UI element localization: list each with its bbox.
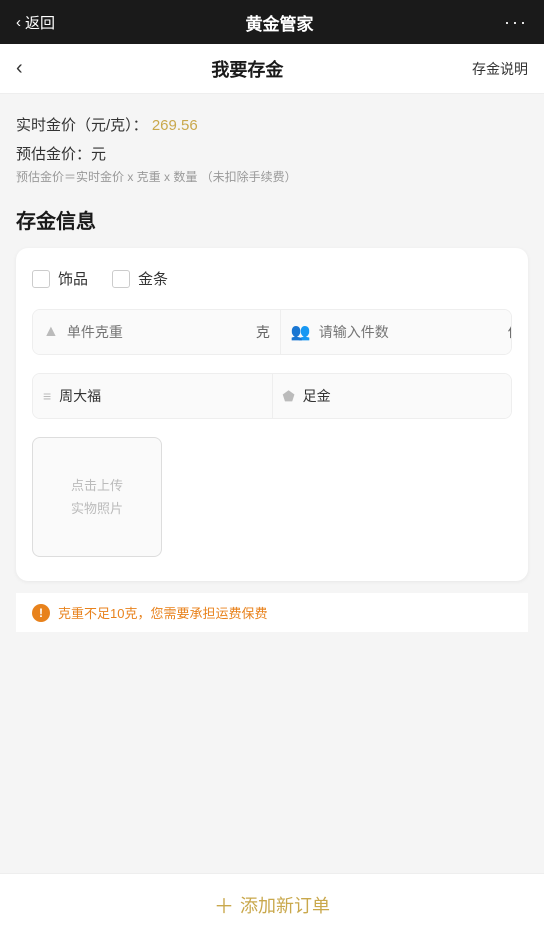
- count-unit: 件: [508, 322, 512, 342]
- count-input[interactable]: [319, 324, 500, 340]
- main-content: 实时金价（元/克）： 269.56 预估金价：元 预估金价＝实时金价 x 克重 …: [0, 94, 544, 632]
- upload-line1: 点击上传: [71, 474, 123, 497]
- jewelry-checkbox-item[interactable]: 饰品: [32, 268, 88, 289]
- estimate-price-note: 预估金价＝实时金价 x 克重 x 数量 （未扣除手续费）: [16, 168, 528, 185]
- top-bar-back-button[interactable]: ‹ 返回: [16, 12, 55, 33]
- photo-upload-area[interactable]: 点击上传 实物照片: [32, 437, 162, 557]
- warning-text: 克重不足10克，您需要承担运费保费: [58, 603, 267, 622]
- estimate-price-label: 预估金价：元: [16, 146, 106, 163]
- add-plus-icon: ＋: [214, 890, 234, 919]
- real-time-price-label: 实时金价（元/克）：: [16, 117, 148, 134]
- deposit-info-card: 饰品 金条 ▲ 克 👥 件 ≡ 周大福: [16, 248, 528, 581]
- count-icon: 👥: [291, 322, 311, 342]
- material-icon: ⬟: [283, 388, 295, 405]
- deposit-info-title: 存金信息: [16, 205, 528, 234]
- top-bar-title: 黄金管家: [246, 10, 314, 35]
- weight-count-input-row: ▲ 克 👥 件: [32, 309, 512, 355]
- weight-input-cell: ▲ 克: [33, 310, 281, 354]
- gold-bar-checkbox-item[interactable]: 金条: [112, 268, 168, 289]
- page-title: 我要存金: [211, 56, 283, 82]
- add-order-label: 添加新订单: [240, 892, 330, 918]
- jewelry-label: 饰品: [58, 268, 88, 289]
- type-checkbox-row: 饰品 金条: [32, 268, 512, 289]
- secondary-header: ‹ 我要存金 存金说明: [0, 44, 544, 94]
- brand-value: 周大福: [59, 386, 101, 406]
- real-time-price-row: 实时金价（元/克）： 269.56: [16, 114, 528, 135]
- bottom-bar: ＋ 添加新订单: [0, 873, 544, 935]
- gold-bar-label: 金条: [138, 268, 168, 289]
- warning-icon: !: [32, 604, 50, 622]
- upload-line2: 实物照片: [71, 497, 123, 520]
- gold-bar-checkbox[interactable]: [112, 270, 130, 288]
- more-icon[interactable]: ···: [504, 12, 528, 33]
- weight-unit: 克: [256, 322, 270, 342]
- secondary-back-button[interactable]: ‹: [16, 57, 23, 80]
- material-value: 足金: [303, 386, 331, 406]
- brand-select-cell[interactable]: ≡ 周大福: [33, 374, 273, 418]
- deposit-explanation-link[interactable]: 存金说明: [472, 59, 528, 79]
- top-bar: ‹ 返回 黄金管家 ···: [0, 0, 544, 44]
- back-arrow-icon: ‹: [16, 14, 21, 31]
- weight-icon: ▲: [43, 323, 59, 341]
- real-time-price-value: 269.56: [152, 117, 198, 134]
- estimate-price-row: 预估金价：元: [16, 143, 528, 164]
- material-select-cell[interactable]: ⬟ 足金: [273, 374, 512, 418]
- weight-warning-row: ! 克重不足10克，您需要承担运费保费: [16, 593, 528, 632]
- top-bar-back-label: 返回: [25, 12, 55, 33]
- count-input-cell: 👥 件: [281, 310, 512, 354]
- brand-material-select-row: ≡ 周大福 ⬟ 足金: [32, 373, 512, 419]
- weight-input[interactable]: [67, 324, 248, 340]
- add-order-button[interactable]: ＋ 添加新订单: [214, 890, 330, 919]
- brand-icon: ≡: [43, 388, 51, 404]
- jewelry-checkbox[interactable]: [32, 270, 50, 288]
